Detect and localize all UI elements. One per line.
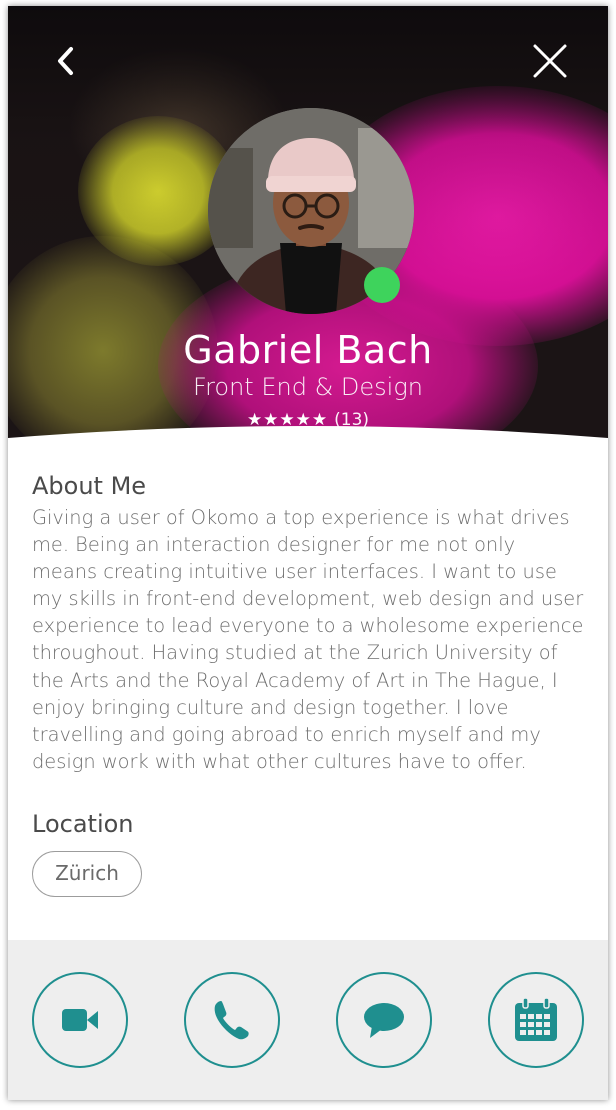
online-status-indicator bbox=[364, 267, 400, 303]
video-camera-icon bbox=[62, 1009, 98, 1031]
profile-name: Gabriel Bach bbox=[183, 328, 433, 372]
profile-screen: Gabriel Bach Front End & Design ★★★★★ (13… bbox=[8, 6, 608, 1100]
chevron-left-icon bbox=[58, 47, 73, 75]
close-button[interactable] bbox=[530, 41, 570, 81]
phone-call-button[interactable] bbox=[184, 972, 280, 1068]
profile-role: Front End & Design bbox=[193, 373, 423, 401]
calendar-icon bbox=[515, 997, 557, 1041]
location-chip[interactable]: Zürich bbox=[32, 851, 142, 897]
chat-bubble-icon bbox=[364, 1003, 404, 1038]
schedule-button[interactable] bbox=[488, 972, 584, 1068]
location-heading: Location bbox=[32, 810, 134, 838]
video-call-button[interactable] bbox=[32, 972, 128, 1068]
phone-icon bbox=[214, 1001, 249, 1040]
about-heading: About Me bbox=[32, 472, 147, 500]
close-icon bbox=[533, 44, 567, 78]
profile-header: Gabriel Bach Front End & Design ★★★★★ (13… bbox=[8, 6, 608, 456]
back-button[interactable] bbox=[46, 41, 86, 81]
header-curve bbox=[8, 426, 608, 466]
about-text: Giving a user of Okomo a top experience … bbox=[32, 506, 584, 773]
action-bar bbox=[8, 940, 608, 1100]
chat-button[interactable] bbox=[336, 972, 432, 1068]
